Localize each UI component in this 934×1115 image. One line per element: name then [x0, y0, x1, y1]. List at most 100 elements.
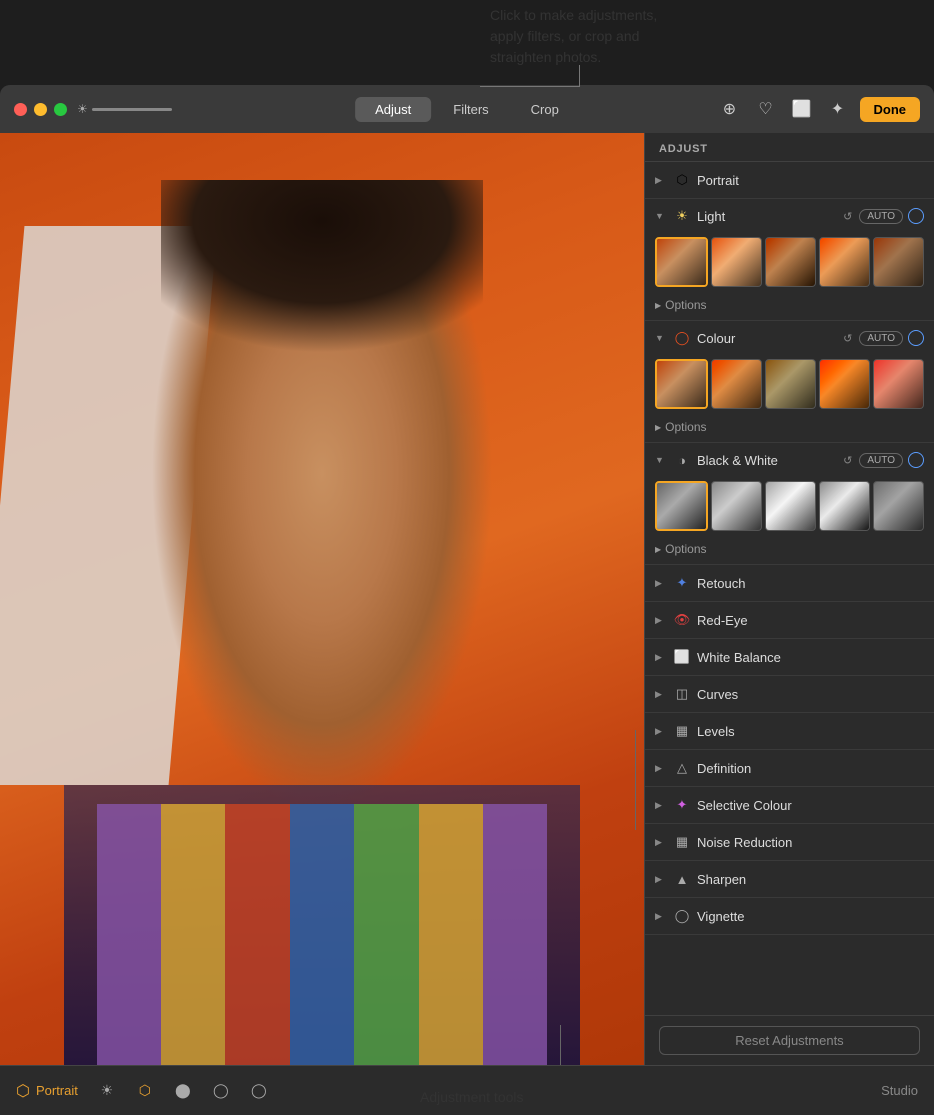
- colour-thumb-3[interactable]: [765, 359, 816, 409]
- colour-thumb-5[interactable]: [873, 359, 924, 409]
- panel-scroll[interactable]: ▶ ⬡ Portrait ▼ ☀ Light ↺ AUTO: [645, 162, 934, 1015]
- levels-item[interactable]: ▶ ▦ Levels: [645, 713, 934, 750]
- redeye-icon: 👁: [673, 611, 691, 629]
- bw-label: Black & White: [697, 453, 835, 468]
- bw-options-chevron: ▶: [655, 545, 661, 554]
- circle-ring2-icon[interactable]: ◯: [246, 1078, 272, 1104]
- crop-rotate-icon[interactable]: ⬜: [788, 95, 816, 123]
- brightness-slider[interactable]: ☀: [77, 102, 172, 116]
- circle-dark-icon[interactable]: ⬤: [170, 1078, 196, 1104]
- light-thumb-2[interactable]: [711, 237, 762, 287]
- light-auto[interactable]: AUTO: [859, 209, 903, 224]
- light-section: ▼ ☀ Light ↺ AUTO: [645, 199, 934, 321]
- tab-adjust[interactable]: Adjust: [355, 97, 431, 122]
- colour-undo[interactable]: ↺: [841, 330, 854, 347]
- done-button[interactable]: Done: [860, 97, 921, 122]
- colour-options-row: ▶ Options: [645, 415, 934, 442]
- selective-icon: ✦: [673, 796, 691, 814]
- colour-label: Colour: [697, 331, 835, 346]
- bw-options-label: Options: [665, 542, 706, 556]
- photo-canvas: [0, 133, 644, 1065]
- heart-icon[interactable]: ♡: [752, 95, 780, 123]
- colour-thumb-2[interactable]: [711, 359, 762, 409]
- bw-chevron: ▼: [655, 455, 667, 465]
- photo-area[interactable]: [0, 133, 644, 1065]
- bw-auto[interactable]: AUTO: [859, 453, 903, 468]
- light-thumb-1[interactable]: [655, 237, 708, 287]
- cube-icon[interactable]: ⬡: [132, 1078, 158, 1104]
- bw-thumb-5[interactable]: [873, 481, 924, 531]
- bw-icon: ◑: [673, 451, 691, 469]
- colour-thumb-1[interactable]: [655, 359, 708, 409]
- light-undo[interactable]: ↺: [841, 208, 854, 225]
- bw-thumb-4[interactable]: [819, 481, 870, 531]
- bw-thumb-3[interactable]: [765, 481, 816, 531]
- sharpen-label: Sharpen: [697, 872, 924, 887]
- noise-icon: ▦: [673, 833, 691, 851]
- sharpen-icon: ▲: [673, 870, 691, 888]
- portrait-section[interactable]: ▶ ⬡ Portrait: [645, 162, 934, 199]
- definition-chevron: ▶: [655, 763, 667, 774]
- close-button[interactable]: [14, 103, 27, 116]
- minimize-button[interactable]: [34, 103, 47, 116]
- panel-header: ADJUST: [645, 133, 934, 162]
- traffic-lights: [14, 103, 67, 116]
- colour-options-chevron: ▶: [655, 423, 661, 432]
- bw-undo[interactable]: ↺: [841, 452, 854, 469]
- retouch-item[interactable]: ▶ ✦ Retouch: [645, 565, 934, 602]
- bw-thumb-2[interactable]: [711, 481, 762, 531]
- colour-thumb-4[interactable]: [819, 359, 870, 409]
- colour-auto[interactable]: AUTO: [859, 331, 903, 346]
- vignette-item[interactable]: ▶ ◯ Vignette: [645, 898, 934, 935]
- tab-filters[interactable]: Filters: [433, 97, 508, 122]
- reset-adjustments-button[interactable]: Reset Adjustments: [659, 1026, 920, 1055]
- maximize-button[interactable]: [54, 103, 67, 116]
- bw-section: ▼ ◑ Black & White ↺ AUTO: [645, 443, 934, 565]
- portrait-bottom-label[interactable]: ⬡ Portrait: [16, 1081, 78, 1101]
- colour-options-btn[interactable]: ▶ Options: [655, 418, 707, 436]
- annotation-line-left: [635, 730, 636, 830]
- curves-chevron: ▶: [655, 689, 667, 700]
- circle-ring-icon[interactable]: ◯: [208, 1078, 234, 1104]
- light-toggle[interactable]: [908, 208, 924, 224]
- light-options-btn[interactable]: ▶ Options: [655, 296, 707, 314]
- bw-options-row: ▶ Options: [645, 537, 934, 564]
- bw-thumb-1[interactable]: [655, 481, 708, 531]
- bw-toggle[interactable]: [908, 452, 924, 468]
- tab-crop[interactable]: Crop: [511, 97, 579, 122]
- light-thumbstrip: [645, 233, 934, 293]
- hair-layer: [161, 180, 483, 385]
- noise-item[interactable]: ▶ ▦ Noise Reduction: [645, 824, 934, 861]
- selective-chevron: ▶: [655, 800, 667, 811]
- light-thumb-4[interactable]: [819, 237, 870, 287]
- studio-label: Studio: [881, 1083, 918, 1098]
- retouch-icon: ✦: [673, 574, 691, 592]
- annotation-line-top: [480, 65, 580, 87]
- more-options-icon[interactable]: ⊕: [716, 95, 744, 123]
- light-thumb-3[interactable]: [765, 237, 816, 287]
- annotation-line-bottom: [560, 1025, 561, 1065]
- light-header[interactable]: ▼ ☀ Light ↺ AUTO: [645, 199, 934, 233]
- selective-item[interactable]: ▶ ✦ Selective Colour: [645, 787, 934, 824]
- enhance-icon[interactable]: ✦: [824, 95, 852, 123]
- sharpen-item[interactable]: ▶ ▲ Sharpen: [645, 861, 934, 898]
- colour-chevron: ▼: [655, 333, 667, 343]
- bw-thumbstrip: [645, 477, 934, 537]
- light-icon: ☀: [673, 207, 691, 225]
- levels-label: Levels: [697, 724, 924, 739]
- curves-item[interactable]: ▶ ◫ Curves: [645, 676, 934, 713]
- retouch-label: Retouch: [697, 576, 924, 591]
- bw-header[interactable]: ▼ ◑ Black & White ↺ AUTO: [645, 443, 934, 477]
- main-content: ADJUST ▶ ⬡ Portrait ▼ ☀ Light ↺: [0, 133, 934, 1065]
- sun-icon[interactable]: ☀: [94, 1078, 120, 1104]
- redeye-item[interactable]: ▶ 👁 Red-Eye: [645, 602, 934, 639]
- redeye-label: Red-Eye: [697, 613, 924, 628]
- colour-header[interactable]: ▼ ◯ Colour ↺ AUTO: [645, 321, 934, 355]
- colour-toggle[interactable]: [908, 330, 924, 346]
- whitebalance-chevron: ▶: [655, 652, 667, 663]
- titlebar-actions: ⊕ ♡ ⬜ ✦ Done: [716, 95, 921, 123]
- whitebalance-item[interactable]: ▶ ⬜ White Balance: [645, 639, 934, 676]
- light-thumb-5[interactable]: [873, 237, 924, 287]
- bw-options-btn[interactable]: ▶ Options: [655, 540, 707, 558]
- definition-item[interactable]: ▶ △ Definition: [645, 750, 934, 787]
